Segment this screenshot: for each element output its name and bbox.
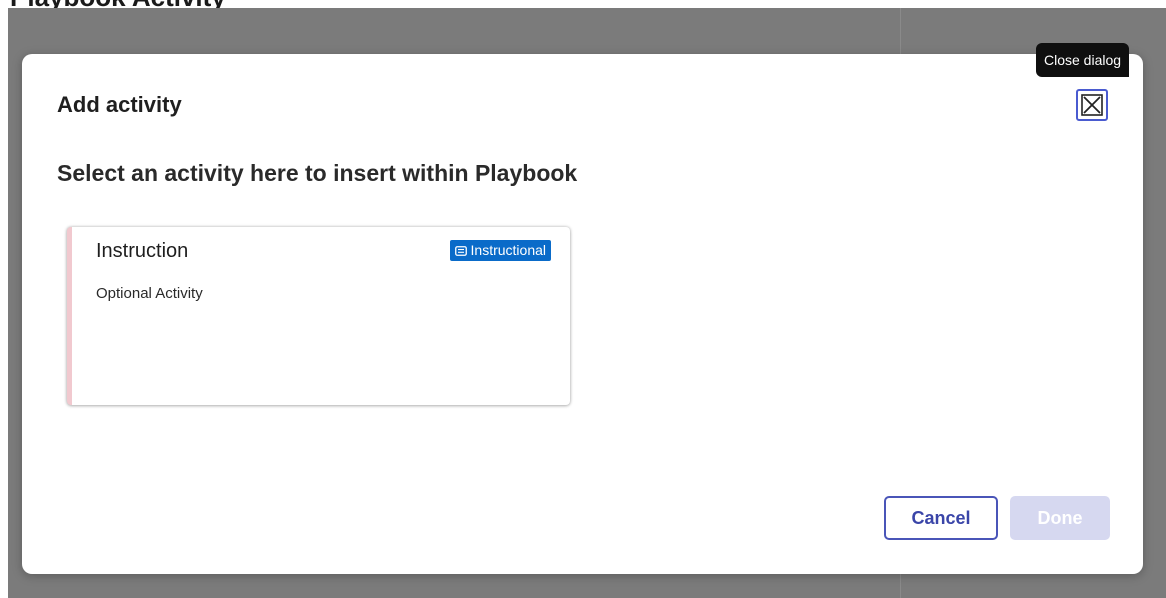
add-activity-dialog: Add activity Select an activity here to …: [22, 54, 1143, 574]
activity-type-badge-label: Instructional: [470, 242, 546, 258]
instructional-icon: [454, 245, 467, 256]
activity-card-title: Instruction: [96, 240, 189, 262]
page: Playbook Activity Add activity Select an…: [0, 0, 1166, 598]
dialog-title: Add activity: [57, 92, 182, 117]
done-button[interactable]: Done: [1010, 496, 1110, 540]
close-dialog-button[interactable]: [1076, 89, 1108, 121]
dialog-subtitle: Select an activity here to insert within…: [57, 160, 578, 186]
activity-card-instruction[interactable]: Instruction Instructional Optional Activ…: [67, 227, 570, 405]
activity-type-badge: Instructional: [449, 240, 551, 261]
activity-card-description: Optional Activity: [96, 285, 203, 302]
close-icon: [1081, 94, 1103, 116]
close-dialog-tooltip: Close dialog: [1036, 43, 1130, 77]
cancel-button[interactable]: Cancel: [884, 496, 998, 540]
